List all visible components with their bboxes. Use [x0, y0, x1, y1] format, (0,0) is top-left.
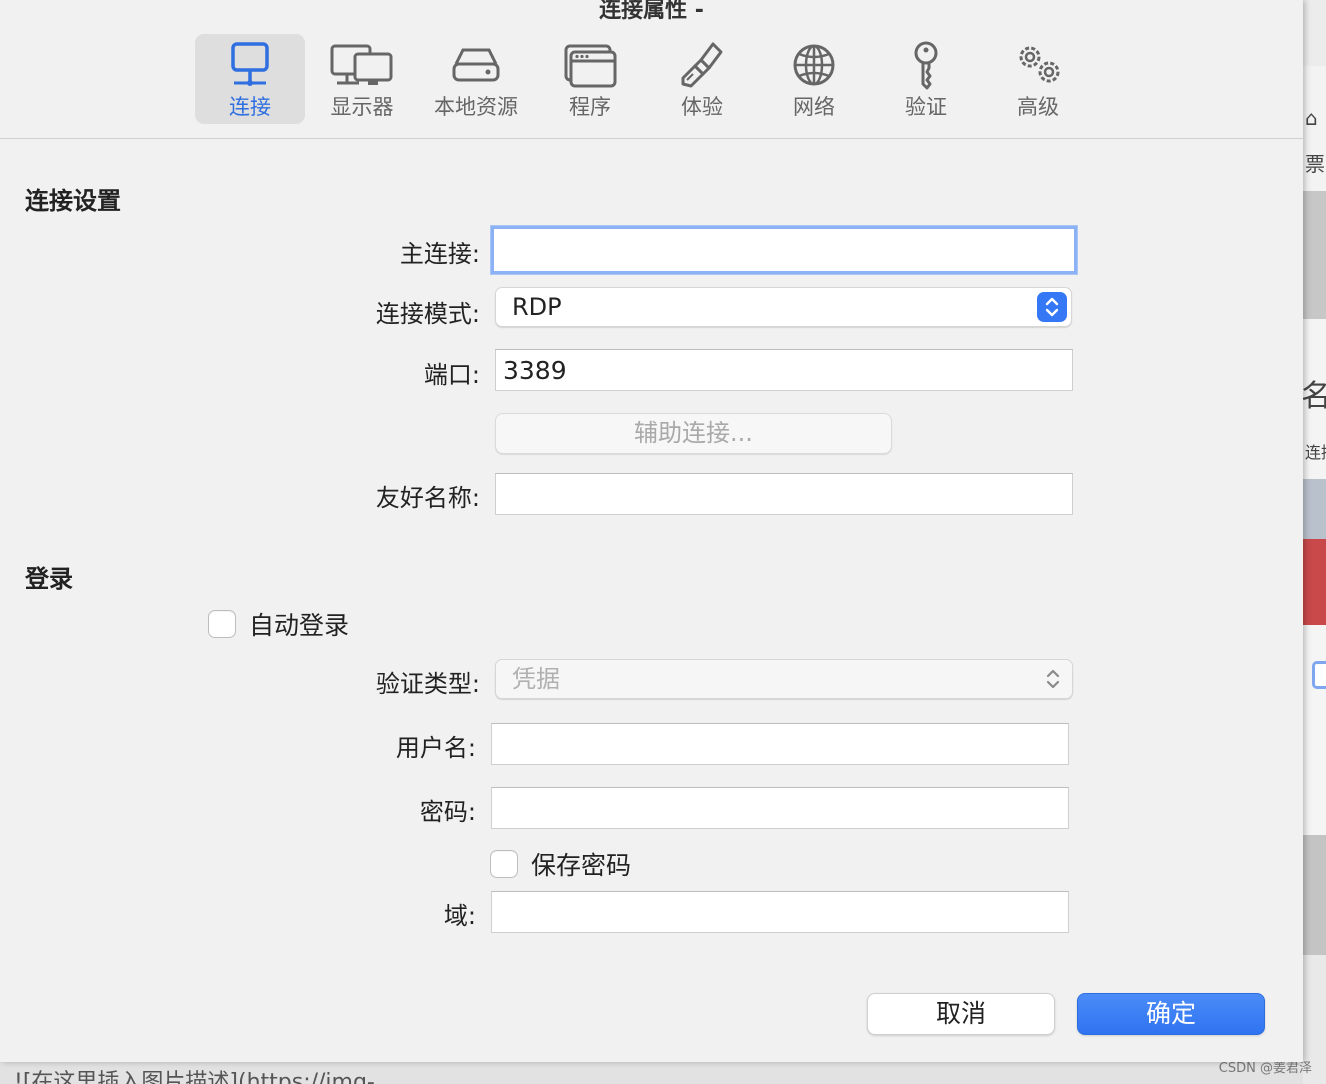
bg-band: [1303, 479, 1326, 539]
password-input[interactable]: [491, 787, 1069, 829]
bg-band: 名 连接: [1303, 319, 1326, 479]
background-window: ⌂ 票 名 连接: [1303, 0, 1326, 1084]
bg-input-icon: [1312, 661, 1326, 689]
save-password-row[interactable]: 保存密码: [490, 846, 631, 882]
bg-band: ⌂ 票: [1303, 66, 1326, 191]
tab-label: 程序: [569, 95, 611, 119]
password-label: 密码:: [419, 798, 476, 826]
connection-settings-heading: 连接设置: [25, 187, 121, 215]
save-password-label: 保存密码: [531, 851, 632, 880]
username-input[interactable]: [491, 723, 1069, 765]
monitor-icon: [231, 42, 269, 86]
select-arrows-icon: [1037, 292, 1067, 322]
bg-lock-icon: ⌂: [1305, 106, 1318, 130]
bg-band: [1303, 625, 1326, 835]
port-input[interactable]: [495, 349, 1073, 391]
gears-icon: [1019, 46, 1060, 83]
auth-type-select: 凭据: [495, 659, 1073, 699]
connection-mode-select[interactable]: RDP: [495, 287, 1072, 327]
save-password-checkbox[interactable]: [490, 850, 518, 878]
tab-label: 本地资源: [434, 95, 518, 119]
tab-programs[interactable]: 程序: [535, 34, 645, 124]
program-window-icon: [564, 44, 617, 88]
friendly-name-label: 友好名称:: [375, 484, 480, 512]
assisted-connection-button[interactable]: 辅助连接...: [495, 413, 892, 454]
tab-label: 连接: [229, 95, 271, 119]
tab-local-resources[interactable]: 本地资源: [421, 34, 531, 124]
port-label: 端口:: [423, 361, 480, 389]
connection-mode-label: 连接模式:: [375, 300, 480, 328]
host-label: 主连接:: [399, 240, 480, 268]
select-arrows-icon: [1038, 664, 1068, 694]
window-title: 连接属性 -: [599, 0, 704, 23]
toolbar: 连接属性 - 连接 显示器 本地资源 程序 体验 网络 验证 高级: [0, 0, 1303, 139]
tab-label: 验证: [905, 95, 947, 119]
host-input[interactable]: [491, 226, 1077, 274]
drive-icon: [452, 48, 500, 82]
bg-side-text: 名: [1303, 379, 1326, 414]
key-icon: [914, 41, 938, 90]
connection-properties-dialog: 连接属性 - 连接 显示器 本地资源 程序 体验 网络 验证 高级 连接设置 主…: [0, 0, 1303, 1062]
tab-advanced[interactable]: 高级: [983, 34, 1093, 124]
displays-icon: [330, 44, 393, 85]
tab-authentication[interactable]: 验证: [871, 34, 981, 124]
bg-side-text: 连接: [1305, 443, 1326, 462]
connection-mode-value: RDP: [512, 293, 562, 321]
brush-icon: [681, 42, 723, 88]
bg-band: [1303, 539, 1326, 625]
auto-login-checkbox[interactable]: [208, 610, 236, 638]
tab-displays[interactable]: 显示器: [307, 34, 417, 124]
auth-type-label: 验证类型:: [375, 670, 480, 698]
tab-label: 体验: [681, 95, 723, 119]
tab-connection[interactable]: 连接: [195, 34, 305, 124]
friendly-name-input[interactable]: [495, 473, 1073, 515]
username-label: 用户名:: [395, 734, 476, 762]
domain-label: 域:: [443, 902, 476, 930]
domain-input[interactable]: [491, 891, 1069, 933]
auto-login-row[interactable]: 自动登录: [208, 606, 349, 642]
tab-label: 显示器: [330, 95, 394, 119]
cancel-button[interactable]: 取消: [867, 993, 1055, 1035]
login-heading: 登录: [25, 565, 73, 593]
ok-button[interactable]: 确定: [1077, 993, 1265, 1035]
auto-login-label: 自动登录: [249, 611, 350, 640]
tab-experience[interactable]: 体验: [647, 34, 757, 124]
tab-label: 网络: [793, 95, 835, 119]
tab-label: 高级: [1017, 95, 1059, 119]
background-document: ![在这里插入图片描述](https://img-: [0, 1062, 1303, 1084]
bg-band: [1303, 191, 1326, 319]
bg-side-text: 票: [1305, 152, 1325, 176]
bg-band: [1303, 835, 1326, 955]
globe-icon: [793, 44, 835, 86]
bg-band: [1303, 0, 1326, 66]
auth-type-value: 凭据: [512, 665, 560, 693]
bg-markdown-text: ![在这里插入图片描述](https://img-: [14, 1070, 375, 1084]
tab-network[interactable]: 网络: [759, 34, 869, 124]
